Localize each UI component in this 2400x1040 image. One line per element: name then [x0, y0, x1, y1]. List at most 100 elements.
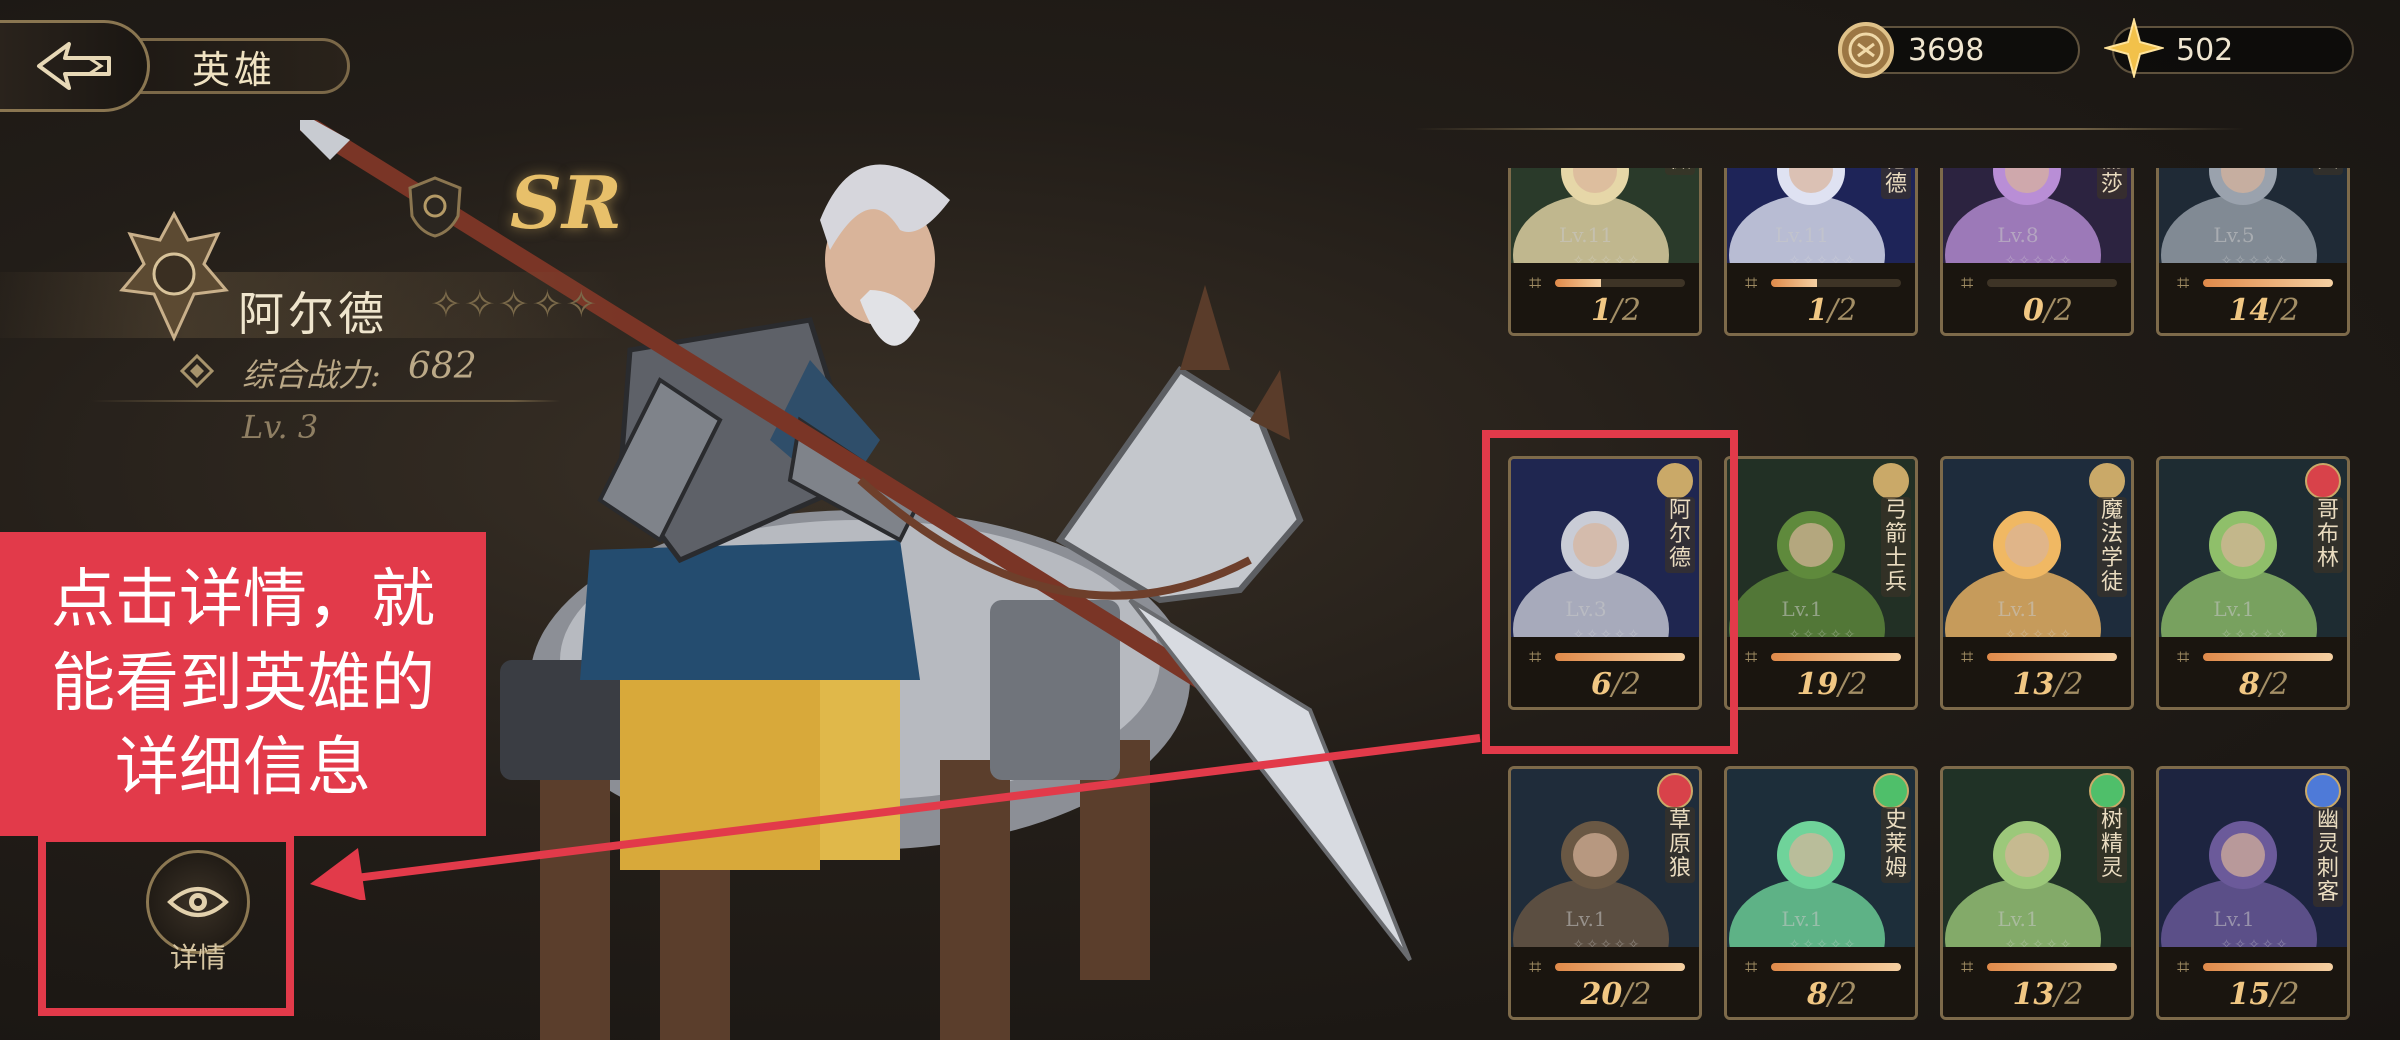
shard-required: /2 [2043, 293, 2074, 328]
shard-owned: 1 [1806, 293, 1828, 328]
add-icon: ⌗ [1745, 271, 1758, 296]
shard-count: 1/2 [1551, 293, 1681, 328]
shard-owned: 15 [2228, 977, 2271, 1012]
hero-card[interactable]: 魔法学徒 Lv.1 ✧✧✧✧✧ ⌗ 13/2 [1940, 456, 2134, 710]
shard-progress-bar [1555, 963, 1685, 971]
shard-count: 8/2 [1767, 977, 1897, 1012]
shard-required: /2 [2259, 667, 2290, 702]
shard-progress-bar [1771, 653, 1901, 661]
add-icon: ⌗ [1745, 645, 1758, 670]
gem-amount: 502 [2176, 32, 2234, 68]
hero-card[interactable]: 草原狼 Lv.1 ✧✧✧✧✧ ⌗ 20/2 [1508, 766, 1702, 1020]
add-icon: ⌗ [1529, 271, 1542, 296]
hero-card[interactable]: 娜丽莎 Lv.8 ✧✧✧✧✧ ⌗ 0/2 [1940, 168, 2134, 336]
hero-card-name: 史莱姆 [1881, 807, 1911, 883]
page-title: 英雄 [118, 38, 350, 94]
shard-progress-bar [2203, 653, 2333, 661]
shard-required: /2 [2054, 667, 2084, 702]
hero-portrait [1511, 168, 1699, 263]
coin-amount: 3698 [1908, 32, 1985, 68]
detail-button-label: 详情 [169, 941, 226, 974]
shard-owned: 19 [1796, 667, 1839, 702]
hero-card-name: 维伦德 [1881, 168, 1911, 199]
shard-progress-bar [1987, 963, 2117, 971]
add-icon: ⌗ [2177, 271, 2190, 296]
add-icon: ⌗ [1961, 271, 1974, 296]
header-divider [1415, 128, 2245, 130]
shard-required: /2 [1838, 667, 1868, 702]
shard-owned: 0 [2022, 293, 2044, 328]
shard-count: 13/2 [1983, 977, 2113, 1012]
hero-card-name: 草原狼 [1665, 807, 1695, 883]
shield-icon [408, 176, 462, 238]
add-icon: ⌗ [1961, 645, 1974, 670]
shard-owned: 8 [1806, 977, 1828, 1012]
hero-card-level: Lv.1 [1565, 907, 1607, 931]
shard-required: /2 [1611, 293, 1642, 328]
hero-card-name: 魔法学徒 [2097, 497, 2127, 597]
shard-progress-fill [1771, 653, 1901, 661]
shard-progress-fill [1987, 653, 2117, 661]
power-icon [180, 354, 214, 388]
hero-card[interactable]: 艾薇 Lv.11 ✧✧✧✧✧ ⌗ 1/2 [1508, 168, 1702, 336]
hero-card[interactable]: 弓箭士兵 Lv.1 ✧✧✧✧✧ ⌗ 19/2 [1724, 456, 1918, 710]
hero-card-name: 弓箭士兵 [1881, 497, 1911, 597]
shard-progress-fill [2203, 279, 2333, 287]
star-gem-icon [2104, 18, 2164, 78]
shard-required: /2 [2270, 977, 2300, 1012]
shard-owned: 8 [2238, 667, 2260, 702]
hero-card-name: 幽灵刺客 [2313, 807, 2343, 907]
shard-owned: 14 [2228, 293, 2271, 328]
shard-progress-bar [1987, 279, 2117, 287]
hero-card-level: Lv.1 [2213, 907, 2255, 931]
hero-card-name: 哥布林 [2313, 497, 2343, 573]
divider [90, 400, 560, 402]
hero-card[interactable]: 哥布林 Lv.1 ✧✧✧✧✧ ⌗ 8/2 [2156, 456, 2350, 710]
shard-progress-fill [1771, 279, 1817, 287]
hero-card-level: Lv.5 [2213, 223, 2255, 247]
hero-portrait [2159, 168, 2347, 263]
hero-card-level: Lv.1 [1997, 597, 2039, 621]
hero-card-name: 艾薇 [1665, 168, 1695, 175]
highlight-box-selected-hero [1482, 430, 1738, 754]
faction-icon [1657, 773, 1693, 809]
hero-card-level: Lv.1 [1781, 597, 1823, 621]
hero-card[interactable]: 树精灵 Lv.1 ✧✧✧✧✧ ⌗ 13/2 [1940, 766, 2134, 1020]
shard-owned: 20 [1580, 977, 1623, 1012]
faction-icon [2089, 463, 2125, 499]
hero-name: 阿尔德 [238, 287, 388, 341]
rarity-badge: SR [510, 160, 622, 245]
shard-progress-bar [2203, 279, 2333, 287]
faction-icon [2305, 773, 2341, 809]
hero-card-level: Lv.11 [1774, 223, 1829, 247]
hero-card[interactable]: 士兵 Lv.5 ✧✧✧✧✧ ⌗ 14/2 [2156, 168, 2350, 336]
shard-progress-fill [1987, 963, 2117, 971]
coin-icon [1838, 22, 1894, 78]
add-icon: ⌗ [1745, 955, 1758, 980]
shard-required: /2 [1622, 977, 1652, 1012]
hero-card-name: 娜丽莎 [2097, 168, 2127, 199]
hero-star-rating: ✧✧✧✧✧ [430, 282, 600, 326]
shard-count: 15/2 [2199, 977, 2329, 1012]
hero-card[interactable]: 幽灵刺客 Lv.1 ✧✧✧✧✧ ⌗ 15/2 [2156, 766, 2350, 1020]
hero-card-level: Lv.1 [1781, 907, 1823, 931]
hero-card-level: Lv.8 [1997, 223, 2039, 247]
shard-progress-fill [1555, 279, 1601, 287]
back-button[interactable] [0, 20, 150, 112]
add-icon: ⌗ [2177, 955, 2190, 980]
add-icon: ⌗ [1961, 955, 1974, 980]
shard-owned: 13 [2012, 667, 2055, 702]
annotation-arrow [310, 734, 1481, 900]
shard-required: /2 [1827, 293, 1858, 328]
faction-icon [2089, 773, 2125, 809]
hero-card[interactable]: 维伦德 Lv.11 ✧✧✧✧✧ ⌗ 1/2 [1724, 168, 1918, 336]
power-label: 综合战力: [242, 356, 381, 394]
shard-progress-fill [2203, 963, 2333, 971]
shard-owned: 1 [1590, 293, 1612, 328]
faction-icon [1873, 773, 1909, 809]
faction-icon [2305, 463, 2341, 499]
class-crest-icon [119, 210, 229, 342]
hero-card[interactable]: 史莱姆 Lv.1 ✧✧✧✧✧ ⌗ 8/2 [1724, 766, 1918, 1020]
shard-progress-bar [1771, 279, 1901, 287]
shard-owned: 13 [2012, 977, 2055, 1012]
